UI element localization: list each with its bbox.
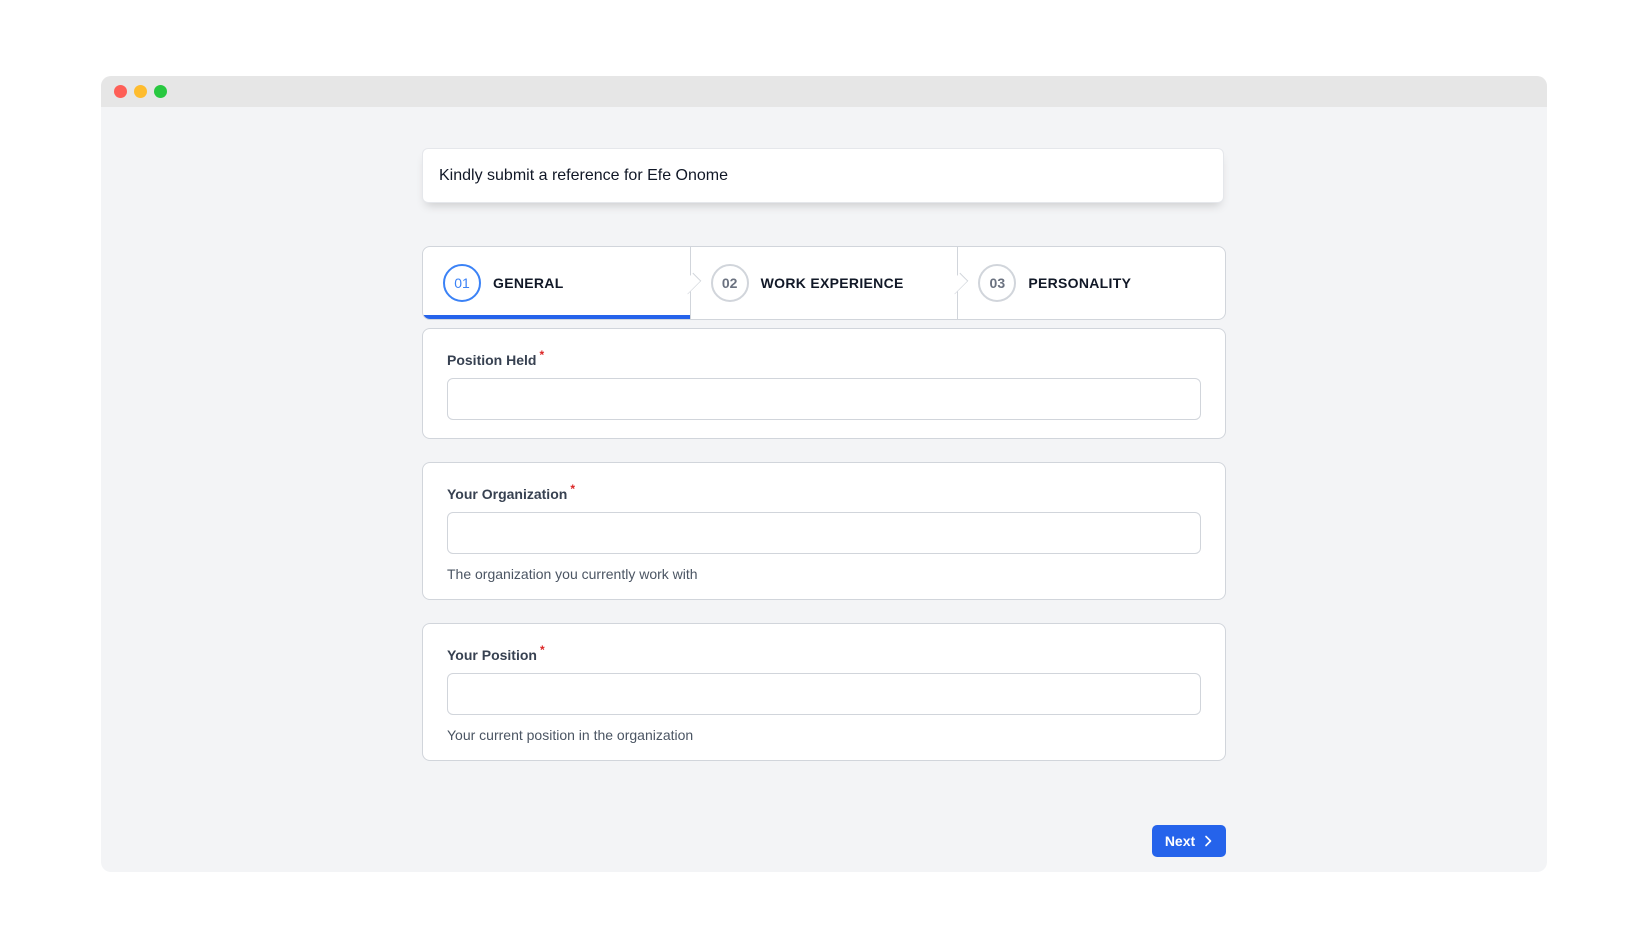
- active-step-indicator: [423, 315, 690, 319]
- field-help-text: The organization you currently work with: [447, 566, 698, 582]
- field-label: Your Position *: [447, 643, 545, 664]
- step-number-badge: 01: [443, 264, 481, 302]
- close-window-button[interactable]: [114, 85, 127, 98]
- organization-input[interactable]: [447, 512, 1201, 554]
- minimize-window-button[interactable]: [134, 85, 147, 98]
- step-personality[interactable]: 03 PERSONALITY: [957, 247, 1225, 319]
- required-asterisk: *: [539, 348, 545, 362]
- required-asterisk: *: [539, 643, 545, 657]
- stepper: 01 GENERAL 02 WORK EXPERIENCE 03 PERSONA…: [422, 246, 1226, 320]
- position-held-input[interactable]: [447, 378, 1201, 420]
- your-position-input[interactable]: [447, 673, 1201, 715]
- step-number-badge: 03: [978, 264, 1017, 302]
- position-held-card: Position Held *: [422, 328, 1226, 439]
- step-work-experience[interactable]: 02 WORK EXPERIENCE: [689, 247, 969, 319]
- field-help-text: Your current position in the organizatio…: [447, 727, 694, 743]
- field-label: Position Held *: [447, 348, 545, 369]
- field-label-text: Position Held: [447, 352, 537, 368]
- organization-card: Your Organization * The organization you …: [422, 462, 1226, 600]
- step-label: PERSONALITY: [1028, 275, 1132, 291]
- field-label-text: Your Position: [447, 647, 537, 663]
- title-bar: [101, 76, 1547, 107]
- step-label: WORK EXPERIENCE: [760, 275, 904, 291]
- banner-text: Kindly submit a reference for Efe Onome: [439, 166, 729, 184]
- chevron-right-icon: [1205, 835, 1212, 847]
- step-general[interactable]: 01 GENERAL: [423, 247, 701, 319]
- step-number-badge: 02: [710, 264, 749, 302]
- next-button-label: Next: [1164, 833, 1196, 849]
- maximize-window-button[interactable]: [154, 85, 167, 98]
- page-banner: Kindly submit a reference for Efe Onome: [422, 148, 1224, 203]
- browser-window: Kindly submit a reference for Efe Onome …: [101, 76, 1547, 872]
- your-position-card: Your Position * Your current position in …: [422, 623, 1226, 761]
- field-label: Your Organization *: [447, 482, 575, 503]
- next-button[interactable]: Next: [1152, 825, 1226, 857]
- step-label: GENERAL: [493, 275, 564, 291]
- required-asterisk: *: [570, 482, 575, 496]
- field-label-text: Your Organization: [447, 486, 568, 502]
